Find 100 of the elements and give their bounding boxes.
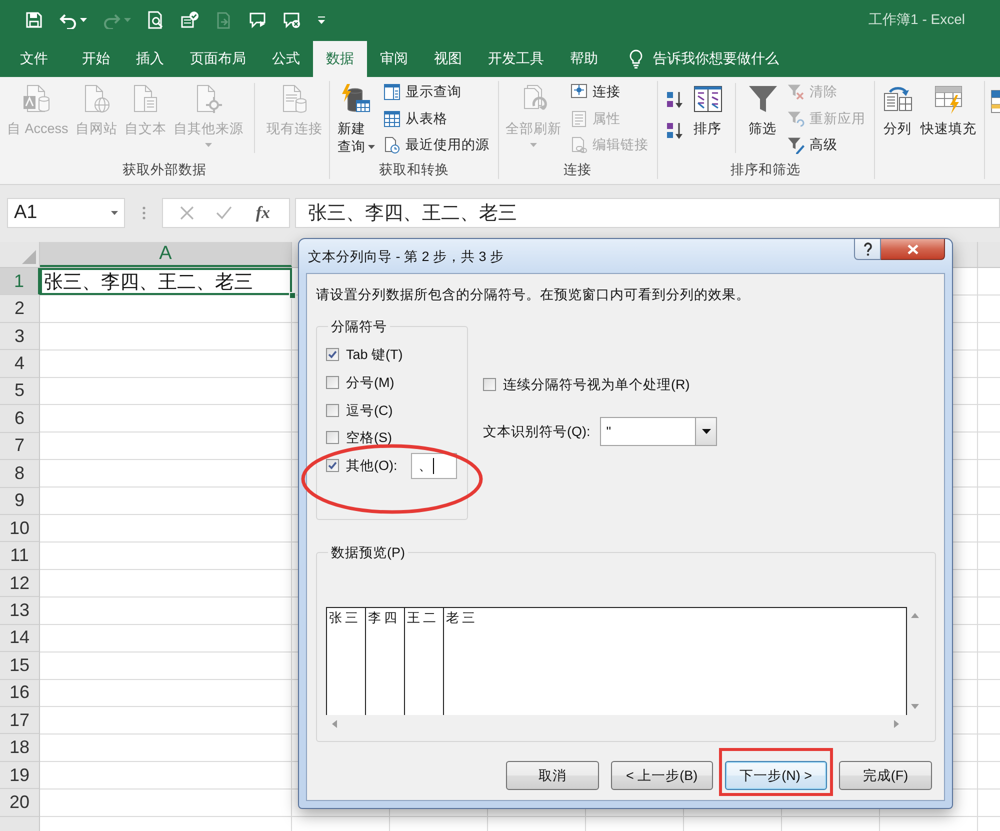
table-lightning-icon — [932, 83, 965, 115]
dropdown-button[interactable] — [695, 418, 716, 445]
checkbox-label[interactable]: 分号(M) — [346, 374, 394, 392]
checkbox[interactable] — [326, 459, 339, 472]
ribbon-button[interactable]: 排序 — [690, 81, 725, 161]
help-button[interactable] — [854, 239, 881, 260]
group-label: 获取外部数据 — [122, 161, 207, 179]
column-header[interactable]: A — [40, 242, 292, 267]
row-header[interactable]: 8 — [0, 460, 40, 488]
ribbon-tab[interactable]: 插入 — [123, 41, 177, 77]
caret-icon[interactable] — [111, 211, 118, 215]
row-header[interactable]: 1 — [0, 268, 40, 296]
ribbon-tab[interactable]: 数据 — [313, 41, 367, 77]
row-header[interactable]: 5 — [0, 378, 40, 406]
ribbon-tab[interactable]: 审阅 — [367, 41, 421, 77]
checkbox[interactable] — [326, 348, 339, 362]
ribbon-tab[interactable]: 视图 — [421, 41, 475, 77]
preview-cell-text: 张三 — [328, 609, 362, 626]
comment-delete-icon[interactable] — [283, 11, 301, 29]
table-grid-icon — [382, 110, 401, 128]
dialog-button[interactable]: 完成(F) — [839, 761, 932, 790]
insert-function-button[interactable]: fx — [254, 203, 272, 223]
filter-clear-icon — [786, 83, 805, 102]
row-header[interactable]: 2 — [0, 295, 40, 323]
checkbox-label[interactable]: 逗号(C) — [346, 402, 393, 419]
row-header[interactable]: 17 — [0, 707, 40, 734]
check-icon[interactable] — [216, 206, 232, 220]
print-preview-icon[interactable] — [147, 11, 165, 29]
ribbon-button[interactable]: 分列 — [880, 81, 915, 162]
row-header[interactable]: 10 — [0, 514, 40, 542]
caret-icon — [702, 428, 711, 434]
lightbulb-icon — [629, 49, 643, 69]
table-list-icon — [382, 83, 401, 102]
checkbox[interactable] — [326, 431, 339, 444]
row-header[interactable]: 15 — [0, 652, 40, 680]
ribbon-button[interactable]: 显示查询 — [380, 79, 492, 106]
checkbox[interactable] — [326, 404, 339, 417]
row-header[interactable]: 20 — [0, 789, 40, 817]
row-header[interactable]: 18 — [0, 734, 40, 762]
ribbon-tab[interactable]: 开发工具 — [475, 41, 557, 77]
row-header[interactable]: 9 — [0, 488, 40, 515]
save-icon[interactable] — [25, 11, 43, 29]
ribbon-tab[interactable]: 页面布局 — [177, 41, 259, 77]
group-label: 数据预览(P) — [330, 544, 406, 561]
filter-icon — [746, 83, 779, 115]
checkbox[interactable] — [326, 376, 339, 390]
dialog-button[interactable]: 取消 — [506, 761, 599, 790]
ribbon-button[interactable]: 最近使用的源 — [380, 132, 492, 158]
ribbon-tab[interactable]: 开始 — [69, 41, 123, 77]
close-button[interactable] — [881, 239, 945, 260]
row-header[interactable]: 14 — [0, 624, 40, 652]
row-header[interactable]: 7 — [0, 432, 40, 460]
vertical-dots-icon — [142, 206, 146, 220]
name-box[interactable]: A1 — [7, 198, 125, 228]
ribbon-button[interactable]: 新建查询 — [336, 81, 376, 161]
ribbon-button[interactable]: 高级 — [784, 132, 868, 158]
ribbon-tab[interactable]: 帮助 — [557, 41, 611, 77]
text-qualifier-dropdown[interactable]: " — [600, 416, 718, 446]
tell-me-search[interactable]: 告诉我你想要做什么 — [625, 41, 783, 77]
row-header[interactable]: 4 — [0, 350, 40, 378]
row-header[interactable]: 19 — [0, 762, 40, 790]
caret-icon — [124, 18, 131, 22]
ribbon-button[interactable]: 筛选 — [746, 81, 780, 161]
comment-arrow-icon[interactable] — [249, 11, 267, 29]
row-header[interactable]: 12 — [0, 570, 40, 598]
checkbox-label[interactable]: Tab 键(T) — [346, 346, 403, 364]
row-header[interactable]: 11 — [0, 542, 40, 570]
preview-cell-text: 王二 — [406, 609, 440, 626]
ribbon-tab[interactable]: 文件 — [7, 41, 61, 77]
dialog-button[interactable]: < 上一步(B) — [610, 761, 713, 790]
row-header[interactable]: 13 — [0, 597, 40, 625]
ribbon-button[interactable]: 快速填充 — [920, 81, 978, 162]
checkbox-label[interactable]: 其他(O): — [346, 457, 398, 474]
row-header[interactable]: 6 — [0, 405, 40, 433]
ribbon-button[interactable]: 连接 — [568, 79, 651, 106]
customize-icon[interactable] — [317, 16, 326, 24]
sort-descending-icon[interactable] — [666, 121, 684, 140]
group-label: 获取和转换 — [378, 161, 449, 179]
document-link-icon — [570, 136, 588, 154]
checkbox-label[interactable]: 连续分隔符号视为单个处理(R) — [503, 376, 690, 394]
dialog-title: 文本分列向导 - 第 2 步，共 3 步 — [308, 248, 504, 265]
dialog-button[interactable]: 下一步(N) > — [724, 761, 827, 790]
document-check-icon[interactable] — [181, 11, 199, 29]
fill-handle[interactable] — [289, 292, 296, 300]
filter-pencil-icon — [786, 136, 805, 154]
ribbon-button[interactable]: 从表格 — [380, 106, 492, 132]
group-label: 连接 — [564, 161, 592, 179]
checkbox-label[interactable]: 空格(S) — [346, 429, 392, 446]
preview-cell-text: 李四 — [367, 609, 401, 626]
filter-refresh-icon — [786, 110, 805, 128]
checkbox[interactable] — [483, 378, 496, 392]
text-cursor-icon — [433, 458, 434, 474]
row-header[interactable]: 16 — [0, 680, 40, 707]
group-label: 分隔符号 — [330, 318, 388, 335]
sort-ascending-icon[interactable] — [666, 90, 684, 109]
ribbon-tab[interactable]: 公式 — [259, 41, 313, 77]
other-delimiter-input[interactable]: 、 — [411, 452, 458, 479]
document-clock-icon — [382, 136, 401, 154]
row-header[interactable]: 3 — [0, 322, 40, 350]
formula-input[interactable]: 张三、李四、王二、老三 — [295, 198, 1000, 228]
